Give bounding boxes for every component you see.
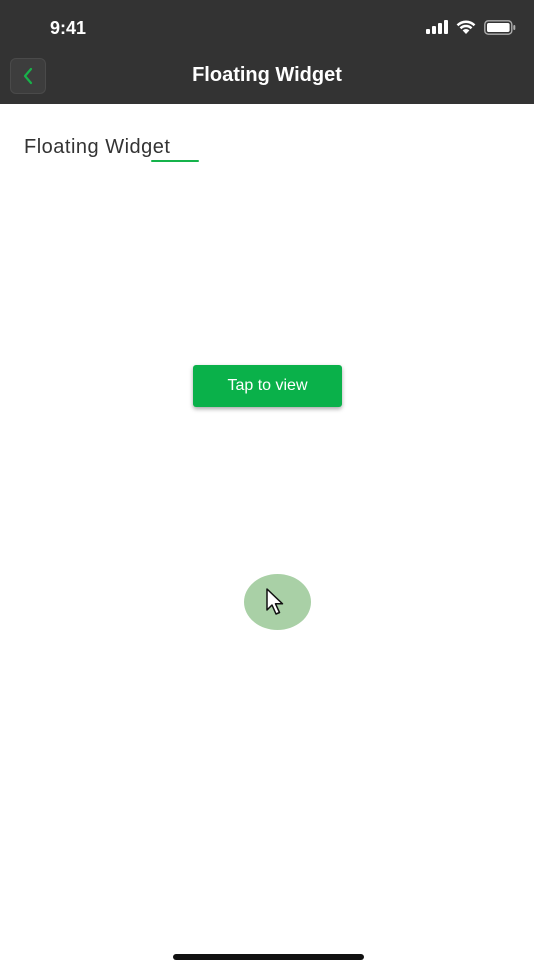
floating-widget[interactable] xyxy=(244,574,311,630)
content-heading: Floating Widget xyxy=(24,136,171,158)
top-bar: 9:41 Floating Widget xyxy=(0,0,534,104)
status-time: 9:41 xyxy=(50,18,87,38)
home-indicator xyxy=(173,954,364,960)
cellular-signal-icon xyxy=(426,20,448,34)
wifi-icon xyxy=(456,19,476,35)
battery-icon xyxy=(484,19,516,35)
heading-underline xyxy=(151,160,199,162)
app-screen: 9:41 Floating Widget Floating Widget Tap… xyxy=(0,0,534,970)
status-icons xyxy=(426,16,516,38)
page-title: Floating Widget xyxy=(192,64,342,86)
cursor-arrow-icon xyxy=(266,588,284,615)
tap-to-view-button[interactable]: Tap to view xyxy=(193,365,342,407)
